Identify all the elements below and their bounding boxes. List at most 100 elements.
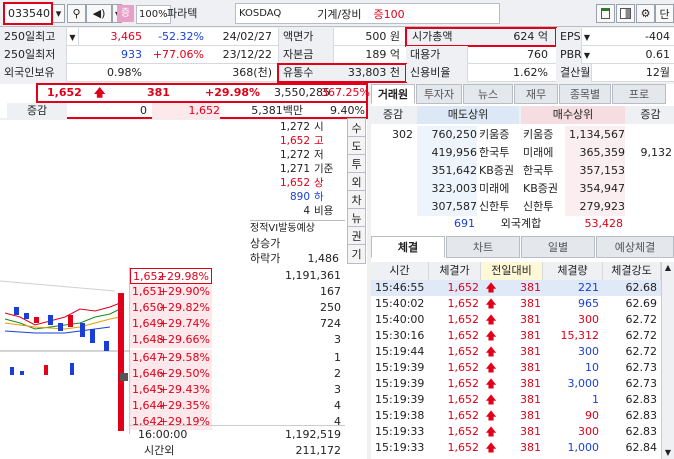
bid-row[interactable]: 1,651 +29.90% 167: [0, 284, 345, 300]
bid-row[interactable]: 1,650 +29.82% 250: [0, 300, 345, 316]
info-label: 신용비율: [406, 64, 468, 82]
save-button[interactable]: [596, 4, 615, 23]
bid-row[interactable]: 1,646 +29.50% 2: [0, 366, 345, 382]
buy-qty: 357,153: [565, 162, 625, 180]
buy-broker[interactable]: 한국투: [523, 162, 565, 180]
stock-name: 파라텍: [167, 7, 198, 20]
trade-tab-1[interactable]: 차트: [446, 236, 520, 258]
summary-row: 1,272 저: [248, 148, 343, 162]
buy-broker[interactable]: 미래에: [523, 144, 565, 162]
tab-2[interactable]: 뉴스: [463, 84, 513, 104]
stock-code-input[interactable]: 033540: [3, 2, 53, 25]
buy-broker[interactable]: KB증권: [523, 180, 565, 198]
buy-broker[interactable]: 신한투: [523, 198, 565, 216]
bid-row[interactable]: 1,652 +29.98% 1,191,361: [0, 268, 345, 284]
bid-row[interactable]: 1,648 +29.66% 3: [0, 332, 345, 348]
dropdown-button[interactable]: ▼: [582, 46, 592, 64]
buy-broker[interactable]: 키움증: [523, 126, 565, 144]
info-value: 500 원: [365, 30, 400, 43]
trade-time: 15:40:00: [375, 313, 425, 326]
bid-price-cell: 1,648 +29.66%: [130, 332, 212, 348]
scrollbar[interactable]: ▲ ▼: [661, 262, 674, 459]
trade-row: 15:40:02 1,652 🡅 381 965 62.69: [371, 296, 661, 312]
bid-qty: 2: [334, 367, 341, 380]
margin-rate: 100%: [136, 5, 171, 24]
price-summary: 1,272 시 1,652 고 1,272 저 1,271 기준 1,652 상 890 하 4 비용: [248, 120, 345, 220]
sell-broker[interactable]: KB증권: [479, 162, 521, 180]
trade-strength: 62.73: [625, 361, 658, 374]
scroll-down-icon[interactable]: ▼: [662, 447, 674, 459]
footer-total: 1,192,519: [285, 428, 341, 441]
trade-qty: 1: [592, 393, 599, 406]
trade-change: 381: [520, 361, 541, 374]
trade-tab-0[interactable]: 체결: [371, 236, 445, 258]
broker-tabs: 거래원 투자자 뉴스 재무 종목별 프로: [371, 84, 674, 104]
bid-row[interactable]: 1,645 +29.43% 3: [0, 382, 345, 398]
dropdown-button[interactable]: ▼: [67, 28, 79, 46]
broker-inc2: 9,132: [640, 146, 673, 159]
sell-broker[interactable]: 한국투: [479, 144, 521, 162]
bid-qty: 3: [334, 333, 341, 346]
bid-price-cell: 1,644 +29.35%: [130, 398, 212, 414]
vi-lower-label: 하락가: [250, 252, 281, 265]
save-icon: [601, 8, 610, 19]
dropdown-button[interactable]: ▼: [582, 28, 592, 46]
trade-strength: 62.72: [625, 329, 658, 342]
broker-header: 증감 매도상위 매수상위 증감: [371, 106, 674, 124]
bid-row[interactable]: 1,647 +29.58% 1: [0, 350, 345, 366]
layout-button[interactable]: [616, 4, 635, 23]
vi-title: 정적VI발동예상: [250, 223, 315, 234]
tab-4[interactable]: 종목별: [559, 84, 611, 104]
ask-empty-area: [0, 120, 248, 265]
trade-tab-3[interactable]: 예상체결: [596, 236, 674, 258]
bid-row[interactable]: 1,644 +29.35% 4: [0, 398, 345, 414]
settings-button[interactable]: ⚙: [636, 4, 655, 23]
chevron-down-icon: ▼: [69, 33, 76, 42]
tab-3[interactable]: 재무: [514, 84, 558, 104]
info-value: 0.98%: [107, 66, 142, 79]
bid-rate: +29.58%: [158, 351, 210, 364]
side-button-4[interactable]: 차: [347, 190, 366, 210]
sound-button[interactable]: ◀): [86, 4, 112, 23]
side-button-1[interactable]: 도: [347, 136, 366, 156]
info-percent: -52.32%: [158, 30, 204, 43]
side-button-0[interactable]: 수: [347, 118, 366, 138]
side-button-7[interactable]: 기: [347, 244, 366, 264]
trade-strength: 62.73: [625, 377, 658, 390]
broker-row: 307,587 신한투 신한투 279,923: [371, 198, 674, 216]
side-button-3[interactable]: 외: [347, 172, 366, 192]
tab-5[interactable]: 프로: [612, 84, 666, 104]
amount-rate: 9.40%: [330, 104, 365, 117]
code-dropdown-button[interactable]: ▾: [53, 4, 65, 23]
trade-qty: 90: [585, 409, 599, 422]
bid-price-cell: 1,645 +29.43%: [130, 382, 212, 398]
info-label: 시가총액: [412, 30, 453, 43]
bid-rate: +29.43%: [158, 383, 210, 396]
summary-row: 1,272 시: [248, 120, 343, 134]
trade-change: 381: [520, 345, 541, 358]
info-label: 대용가: [406, 46, 468, 64]
bid-price-cell: 1,649 +29.74%: [130, 316, 212, 332]
vi-upper-label: 상승가: [250, 237, 281, 250]
bid-row[interactable]: 1,649 +29.74% 724: [0, 316, 345, 332]
info-row: 250일최저 933 +77.06% 23/12/22 자본금 189 억 대용…: [0, 46, 674, 64]
trade-tab-2[interactable]: 일별: [521, 236, 595, 258]
increase-value: 0: [140, 104, 147, 117]
sell-broker[interactable]: 키움증: [479, 126, 521, 144]
unit-button[interactable]: 단: [655, 4, 674, 23]
info-label: 결산월: [556, 64, 592, 82]
increase-row: 증감 0 1,652 5,381백만 9.40%: [7, 101, 368, 119]
search-button[interactable]: ⚲: [67, 4, 86, 23]
tab-1[interactable]: 투자자: [416, 84, 462, 104]
summary-row: 890 하: [248, 190, 343, 204]
side-button-2[interactable]: 투: [347, 154, 366, 174]
tab-0[interactable]: 거래원: [371, 84, 415, 104]
sell-broker[interactable]: 미래에: [479, 180, 521, 198]
side-button-5[interactable]: 뉴: [347, 208, 366, 228]
unit-label: 단: [659, 7, 670, 21]
side-button-6[interactable]: 권: [347, 226, 366, 246]
trade-row: 15:19:33 1,652 🡅 381 1,000 62.84: [371, 440, 661, 456]
trade-row: 15:19:39 1,652 🡅 381 10 62.73: [371, 360, 661, 376]
scroll-up-icon[interactable]: ▲: [662, 262, 674, 274]
sell-broker[interactable]: 신한투: [479, 198, 521, 216]
